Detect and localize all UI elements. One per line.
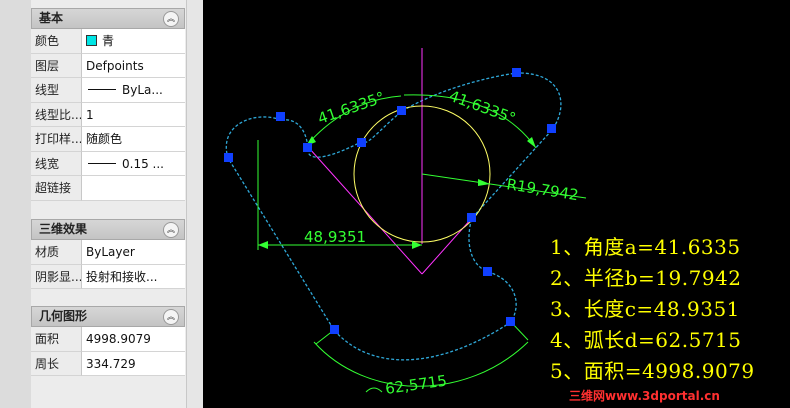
property-row-perimeter[interactable]: 周长 334.729 [31, 351, 185, 376]
property-value-material[interactable]: ByLayer [81, 240, 185, 265]
collapse-chevron-icon[interactable]: ︽ [163, 309, 179, 325]
grip-handle[interactable] [547, 124, 556, 133]
arrowhead [478, 179, 490, 186]
property-row-linetype[interactable]: 线型 ByLa... [31, 78, 185, 103]
property-row-area[interactable]: 面积 4998.9079 [31, 327, 185, 352]
property-value-hyperlink[interactable] [81, 176, 185, 201]
grip-handle[interactable] [303, 143, 312, 152]
property-label: 材质 [31, 240, 81, 265]
collapse-chevron-icon[interactable]: ︽ [163, 11, 179, 27]
property-label: 打印样... [31, 127, 81, 152]
arrowhead [258, 241, 268, 249]
property-row-hyperlink[interactable]: 超链接 [31, 176, 185, 201]
grip-handle[interactable] [506, 317, 515, 326]
dim-angle-left: 41,6335° [315, 88, 387, 128]
property-row-plot-style[interactable]: 打印样... 随颜色 [31, 127, 185, 152]
dim-radius: R19,7942 [505, 175, 579, 204]
color-swatch-icon [86, 35, 97, 46]
property-row-lineweight[interactable]: 线宽 0.15 ... [31, 151, 185, 176]
property-label: 超链接 [31, 176, 81, 201]
section-basic: 基本 ︽ 颜色 青 图层 Defpoints 线型 ByLa... 线型比...… [31, 8, 185, 201]
lineweight-name: 0.15 ... [122, 156, 164, 171]
grip-handle[interactable] [224, 153, 233, 162]
grip-handle[interactable] [397, 106, 406, 115]
result-angle: 1、角度a=41.6335 [550, 235, 741, 259]
grip-handle[interactable] [483, 267, 492, 276]
property-value-area[interactable]: 4998.9079 [81, 327, 185, 352]
properties-palette: 基本 ︽ 颜色 青 图层 Defpoints 线型 ByLa... 线型比...… [0, 0, 203, 408]
arc-symbol [365, 387, 383, 393]
property-row-shadow[interactable]: 阴影显... 投射和接收... [31, 264, 185, 289]
section-geometry-title: 几何图形 [39, 309, 88, 323]
property-label: 周长 [31, 351, 81, 376]
section-3d-title: 三维效果 [39, 222, 88, 236]
grip-handle[interactable] [467, 213, 476, 222]
drawing-viewport[interactable]: 41,6335° 41,6335° R19,7942 48,9351 62,57… [206, 0, 790, 408]
property-label: 线型 [31, 78, 81, 103]
collapse-chevron-icon[interactable]: ︽ [163, 222, 179, 238]
result-arc-length: 4、弧长d=62.5715 [550, 328, 742, 352]
lineweight-sample-icon [88, 162, 116, 164]
property-value-linetype[interactable]: ByLa... [81, 78, 185, 103]
section-geometry: 几何图形 ︽ 面积 4998.9079 周长 334.729 [31, 306, 185, 376]
section-basic-header[interactable]: 基本 ︽ [31, 8, 185, 29]
property-label: 线型比... [31, 102, 81, 127]
result-area: 5、面积=4998.9079 [550, 359, 755, 383]
dim-arc-length: 62,5715 [384, 372, 448, 398]
right-slant-line [421, 217, 473, 275]
palette-title-strip [0, 0, 31, 408]
section-3d-effects: 三维效果 ︽ 材质 ByLayer 阴影显... 投射和接收... [31, 219, 185, 289]
property-value-color[interactable]: 青 [81, 29, 185, 54]
property-value-shadow[interactable]: 投射和接收... [81, 264, 185, 289]
linetype-sample-icon [88, 89, 116, 90]
color-name: 青 [102, 34, 115, 48]
property-label: 阴影显... [31, 264, 81, 289]
section-basic-title: 基本 [39, 11, 64, 25]
section-geometry-header[interactable]: 几何图形 ︽ [31, 306, 185, 327]
property-row-layer[interactable]: 图层 Defpoints [31, 53, 185, 78]
property-value-perimeter[interactable]: 334.729 [81, 351, 185, 376]
property-label: 线宽 [31, 151, 81, 176]
section-3d-header[interactable]: 三维效果 ︽ [31, 219, 185, 240]
grip-handle[interactable] [330, 325, 339, 334]
palette-scrollbar[interactable] [186, 0, 203, 408]
result-radius: 2、半径b=19.7942 [550, 266, 742, 290]
property-value-lineweight[interactable]: 0.15 ... [81, 151, 185, 176]
grip-handle[interactable] [276, 112, 285, 121]
property-value-plot-style[interactable]: 随颜色 [81, 127, 185, 152]
grip-handle[interactable] [512, 68, 521, 77]
linetype-name: ByLa... [122, 83, 163, 97]
property-row-color[interactable]: 颜色 青 [31, 29, 185, 54]
property-row-material[interactable]: 材质 ByLayer [31, 240, 185, 265]
dim-angle-right: 41,6335° [447, 87, 518, 128]
property-label: 图层 [31, 53, 81, 78]
property-value-linetype-scale[interactable]: 1 [81, 102, 185, 127]
site-watermark: 三维网www.3dportal.cn [569, 389, 720, 403]
property-label: 颜色 [31, 29, 81, 54]
dim-length: 48,9351 [304, 228, 366, 246]
grip-handle[interactable] [357, 138, 366, 147]
property-value-layer[interactable]: Defpoints [81, 53, 185, 78]
property-row-linetype-scale[interactable]: 线型比... 1 [31, 102, 185, 127]
result-length: 3、长度c=48.9351 [550, 297, 740, 321]
property-label: 面积 [31, 327, 81, 352]
